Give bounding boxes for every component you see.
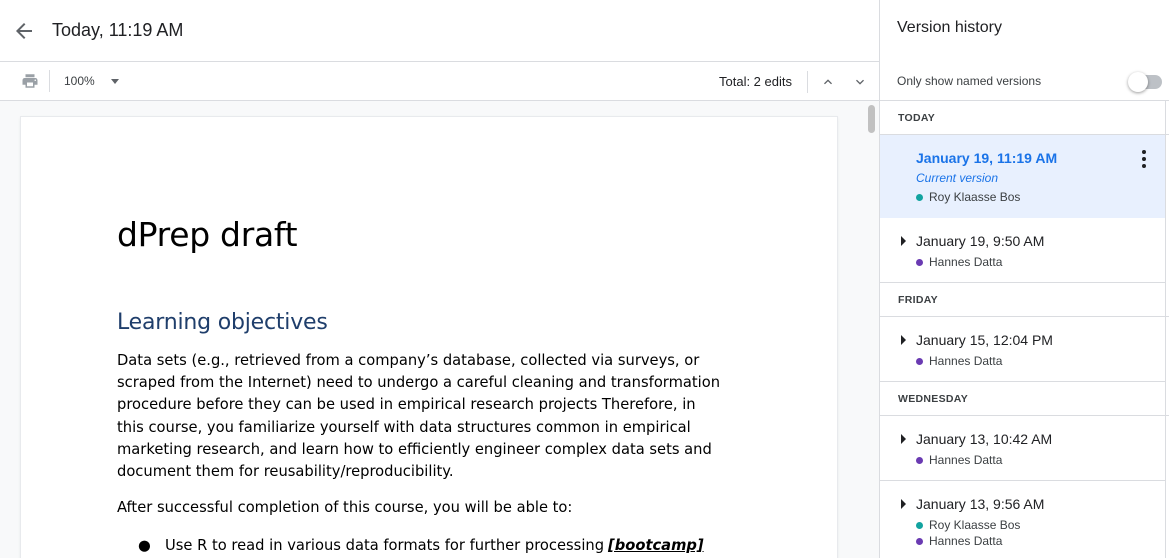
author-color-dot [916,521,923,529]
section-label: FRIDAY [898,294,938,306]
bullet-icon: ● [138,537,151,554]
author-name: Hannes Datta [929,453,1003,467]
section-label: WEDNESDAY [898,393,968,405]
author-name: Hannes Datta [929,354,1003,368]
list-item-tag: [bootcamp] [608,537,704,554]
body-paragraph: Data sets (e.g., retrieved from a compan… [117,352,721,481]
version-header: Today, 11:19 AM [0,0,879,62]
total-edits-label: Total: 2 edits [719,74,792,89]
panel-title: Version history [897,19,1002,36]
author-color-dot [916,456,923,464]
print-icon [22,74,38,88]
caret-right-icon[interactable] [901,434,906,444]
named-versions-toggle[interactable] [1128,72,1164,92]
list-item-text: Use R to read in various data formats fo… [165,537,605,554]
author-name: Hannes Datta [929,255,1003,269]
caret-right-icon[interactable] [901,335,906,345]
version-item[interactable]: January 13, 10:42 AM Hannes Datta [880,416,1165,481]
section-label: TODAY [898,112,936,124]
version-author: Hannes Datta [916,255,1002,269]
print-button[interactable] [15,66,45,96]
version-date: January 19, 11:19 AM [916,150,1058,166]
back-arrow-icon [16,22,32,39]
version-date: January 15, 12:04 PM [916,332,1053,348]
version-author: Roy Klaasse Bos [916,518,1020,532]
caret-right-icon[interactable] [901,236,906,246]
version-author: Roy Klaasse Bos [916,190,1020,204]
author-name: Hannes Datta [929,534,1003,548]
version-history-panel: Version history Only show named versions… [879,0,1169,558]
toolbar-divider [807,71,808,93]
version-item[interactable]: January 19, 9:50 AM Hannes Datta [880,218,1165,283]
section-header-today: TODAY [880,101,1169,135]
version-title: Today, 11:19 AM [52,20,184,40]
named-versions-label: Only show named versions [897,74,1042,88]
section-heading: Learning objectives [117,310,328,335]
version-date: January 19, 9:50 AM [916,233,1045,249]
zoom-select[interactable]: 100% [64,74,119,88]
author-color-dot [916,193,923,201]
current-version-label: Current version [916,171,999,185]
author-color-dot [916,537,923,545]
section-header-friday: FRIDAY [880,283,1169,317]
document-scrollbar[interactable] [868,105,875,133]
document-canvas[interactable]: dPrep draft Learning objectives Data set… [0,101,879,558]
version-item[interactable]: January 15, 12:04 PM Hannes Datta [880,317,1165,382]
more-vert-icon[interactable] [1138,149,1150,169]
document-page: dPrep draft Learning objectives Data set… [21,117,837,558]
panel-divider [1165,101,1166,558]
version-author: Hannes Datta [916,453,1002,467]
list-item: ● Use R to read in various data formats … [138,537,704,554]
chevron-up-icon [824,79,832,85]
author-color-dot [916,258,923,266]
chevron-down-icon [856,79,864,85]
version-author: Hannes Datta [916,354,1002,368]
version-item[interactable]: January 13, 9:56 AM Roy Klaasse Bos Hann… [880,481,1165,558]
named-versions-row: Only show named versions [880,62,1169,101]
toolbar: 100% Total: 2 edits [0,62,879,101]
zoom-dropdown-icon [110,78,119,84]
zoom-value: 100% [64,74,95,88]
version-author: Hannes Datta [916,534,1002,548]
author-name: Roy Klaasse Bos [929,518,1021,532]
author-color-dot [916,357,923,365]
lead-in-paragraph: After successful completion of this cour… [117,499,573,516]
version-date: January 13, 9:56 AM [916,496,1045,512]
toggle-knob [1128,72,1148,92]
back-button[interactable] [0,7,48,55]
toolbar-divider [49,70,50,92]
document-title: dPrep draft [117,215,298,254]
caret-right-icon[interactable] [901,499,906,509]
next-edit-button[interactable] [848,70,872,94]
version-date: January 13, 10:42 AM [916,431,1053,447]
version-item-current[interactable]: January 19, 11:19 AM Current version Roy… [880,135,1165,218]
previous-edit-button[interactable] [816,70,840,94]
section-header-wednesday: WEDNESDAY [880,382,1169,416]
author-name: Roy Klaasse Bos [929,190,1021,204]
